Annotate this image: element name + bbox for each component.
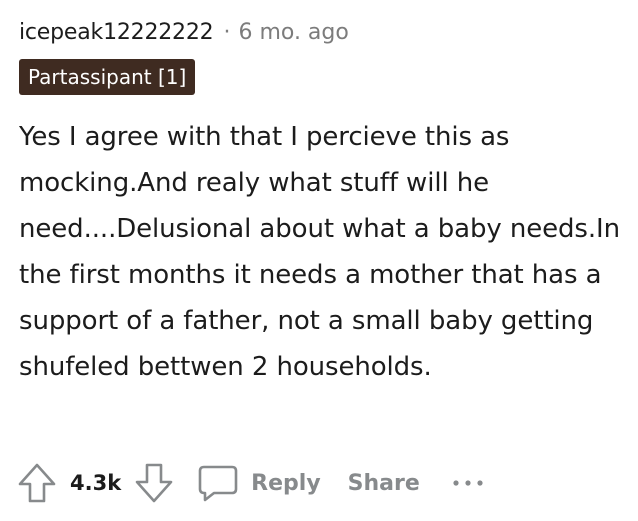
upvote-arrow-icon[interactable]	[14, 460, 60, 506]
comment-action-bar: 4.3k Reply Share	[14, 460, 624, 506]
comment-meta: icepeak12222222 · 6 mo. ago	[19, 14, 349, 50]
downvote-arrow-icon[interactable]	[131, 460, 177, 506]
share-button[interactable]: Share	[348, 471, 420, 496]
reply-label: Reply	[251, 470, 321, 496]
more-options-icon[interactable]	[448, 463, 492, 503]
reply-button[interactable]: Reply	[195, 460, 321, 506]
timestamp[interactable]: 6 mo. ago	[238, 20, 348, 45]
user-flair-badge: Partassipant [1]	[19, 59, 196, 95]
username-link[interactable]: icepeak12222222	[19, 20, 214, 45]
comment-body: Yes I agree with that I percieve this as…	[19, 122, 620, 382]
vote-score: 4.3k	[70, 471, 122, 495]
meta-separator: ·	[223, 19, 231, 45]
speech-bubble-icon	[195, 460, 241, 506]
